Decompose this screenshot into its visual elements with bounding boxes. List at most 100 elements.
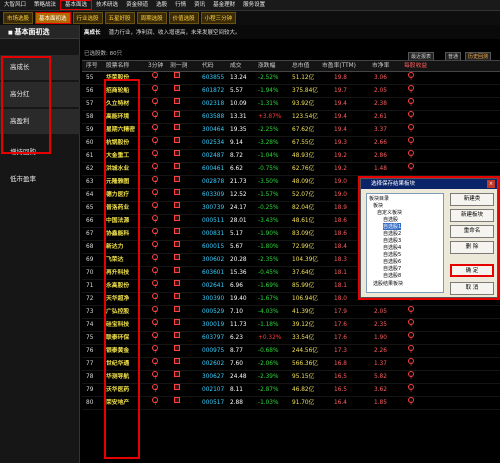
table-row[interactable]: 61 大金重工 +002487 8.72 -1.04% 48.93亿 19.2 2.86 i [82, 150, 500, 163]
stock-market-cap: 83.09亿 [292, 231, 315, 237]
stock-code: 603309 [202, 192, 225, 198]
table-row[interactable]: 55 华荣股份 +603855 13.24 -2.52% 51.12亿 19.8 3.06 i [82, 72, 500, 85]
table-row[interactable]: 76 银泰黄金 +000975 8.77 -0.68% 244.56亿 17.3 2.26 i [82, 345, 500, 358]
stock-price: 8.77 [230, 348, 243, 354]
menu-item-7[interactable]: 资讯 [190, 0, 209, 10]
col-change[interactable]: 涨跌幅 [258, 61, 275, 72]
stock-change: -1.18% [258, 322, 279, 328]
toolbar-tab-0[interactable]: 市场选股 [3, 12, 34, 24]
toolbar-tab-5[interactable]: 价值选股 [168, 12, 199, 24]
col-price[interactable]: 成交 [230, 61, 242, 72]
dialog-highlight-box [358, 176, 500, 300]
table-row[interactable]: 74 硅宝科技 +300019 11.73 -1.18% 39.12亿 17.6 2.35 i [82, 319, 500, 332]
menu-item-9[interactable]: 服务设置 [239, 0, 269, 10]
stock-price: 21.73 [230, 179, 247, 185]
stock-pe: 19.0 [334, 192, 347, 198]
stock-pe: 19.4 [334, 127, 347, 133]
table-row[interactable]: 73 广弘控股 +000529 7.10 -4.03% 41.39亿 17.9 2.05 i [82, 306, 500, 319]
stock-change: -1.94% [258, 88, 279, 94]
row-index: 58 [86, 114, 94, 120]
stock-market-cap: 104.39亿 [292, 257, 319, 263]
col-test[interactable]: 测一测 [170, 61, 187, 72]
table-row[interactable]: 56 招商轮船 +601872 5.57 -1.94% 375.84亿 19.7 2.05 i [82, 85, 500, 98]
stock-market-cap: 46.82亿 [292, 387, 315, 393]
col-market-cap[interactable]: 总市值 [292, 61, 309, 72]
toolbar-tab-2[interactable]: 行业选股 [72, 12, 103, 24]
menu-item-4[interactable]: 资金频道 [122, 0, 152, 10]
stock-pe: 16.5 [334, 387, 347, 393]
menu-item-8[interactable]: 基金理财 [209, 0, 239, 10]
menu-item-0[interactable]: 大智风口 [0, 0, 30, 10]
stock-change: +0.32% [258, 335, 282, 341]
stock-price: 28.01 [230, 218, 247, 224]
table-row[interactable]: 75 联泰环保 +603797 6.23 +0.32% 33.54亿 17.6 1.90 i [82, 332, 500, 345]
stock-change: -2.87% [258, 387, 279, 393]
table-row[interactable]: 57 久立特材 +002318 10.09 -1.31% 93.92亿 19.4 2.38 i [82, 98, 500, 111]
stock-pb: 2.35 [374, 322, 387, 328]
col-eps[interactable]: 每股收益 [404, 61, 427, 72]
stock-code: 300464 [202, 127, 225, 133]
table-row[interactable]: 80 荣安地产 +000517 2.88 -1.03% 91.70亿 16.4 1.85 i [82, 397, 500, 410]
stock-market-cap: 41.39亿 [292, 309, 315, 315]
col-code[interactable]: 代码 [202, 61, 214, 72]
stock-price: 13.24 [230, 75, 247, 81]
table-row[interactable]: 62 洪城水业 +600461 6.62 -0.75% 62.76亿 19.2 1.48 i [82, 163, 500, 176]
stock-pe: 18.4 [334, 244, 347, 250]
toolbar-tab-1[interactable]: 基本面初选 [35, 12, 71, 24]
stock-code: 002487 [202, 153, 225, 159]
row-index: 74 [86, 322, 94, 328]
stock-change: -0.45% [258, 270, 279, 276]
stock-change: -1.04% [258, 153, 279, 159]
toolbar-tab-3[interactable]: 五星好股 [104, 12, 135, 24]
col-name[interactable]: 股票名称 [106, 61, 129, 72]
stock-market-cap: 39.12亿 [292, 322, 315, 328]
stock-change: -0.25% [258, 205, 279, 211]
stock-pe: 19.0 [334, 179, 347, 185]
row-index: 76 [86, 348, 94, 354]
menu-item-5[interactable]: 选股 [152, 0, 171, 10]
stock-change: -1.57% [258, 192, 279, 198]
stock-pe: 18.6 [334, 231, 347, 237]
table-row[interactable]: 58 高能环境 +603588 13.31 +3.87% 123.54亿 19.4 2.61 i [82, 111, 500, 124]
stock-code: 000529 [202, 309, 225, 315]
stock-pb: 1.37 [374, 361, 387, 367]
row-index: 61 [86, 153, 94, 159]
table-row[interactable]: 79 沃华医药 +002107 8.11 -2.87% 46.82亿 16.5 3.62 i [82, 384, 500, 397]
table-row[interactable]: 77 世纪华通 +002602 7.60 -2.06% 566.36亿 16.8 1.37 i [82, 358, 500, 371]
menu-item-6[interactable]: 行情 [171, 0, 190, 10]
stock-price: 13.31 [230, 114, 247, 120]
stock-pb: 2.05 [374, 309, 387, 315]
table-header: 序号 股票名称 3分钟 测一测 代码 成交 涨跌幅 总市值 市盈率(TTM) 市… [82, 60, 500, 72]
stock-pb: 1.85 [374, 400, 387, 406]
stock-price: 7.60 [230, 361, 243, 367]
table-row[interactable]: 59 星期六精密 +300464 19.35 -2.25% 67.62亿 19.4 3.37 i [82, 124, 500, 137]
col-3min[interactable]: 3分钟 [148, 61, 163, 72]
stock-price: 19.35 [230, 127, 247, 133]
row-index: 78 [86, 374, 94, 380]
col-no[interactable]: 序号 [86, 61, 98, 72]
row-index: 59 [86, 127, 94, 133]
menu-item-1[interactable]: 策略战法 [30, 0, 60, 10]
stock-code: 002318 [202, 101, 225, 107]
col-pe-ttm[interactable]: 市盈率(TTM) [322, 61, 356, 72]
table-row[interactable]: 78 华测导航 +300627 24.48 -2.39% 95.15亿 16.5 5.82 i [82, 371, 500, 384]
sidebar-item-low-pe[interactable]: 低市盈率 [0, 167, 80, 192]
stock-code: 000975 [202, 348, 225, 354]
row-index: 69 [86, 257, 94, 263]
toolbar-tab-4[interactable]: 周期选股 [136, 12, 167, 24]
stock-price: 9.14 [230, 140, 243, 146]
stock-change: -1.69% [258, 283, 279, 289]
menu-item-3[interactable]: 技术研选 [92, 0, 122, 10]
toolbar-tab-6[interactable]: 小程三分钟 [200, 12, 237, 24]
stock-price: 5.57 [230, 88, 243, 94]
stock-price: 10.09 [230, 101, 247, 107]
stock-price: 7.10 [230, 309, 243, 315]
stock-market-cap: 72.99亿 [292, 244, 315, 250]
stock-market-cap: 51.12亿 [292, 75, 315, 81]
table-row[interactable]: 60 杭锅股份 +002534 9.14 -3.28% 67.55亿 19.3 2.66 i [82, 137, 500, 150]
menu-item-2[interactable]: 基本面选 [60, 0, 93, 10]
col-pb[interactable]: 市净率 [372, 61, 389, 72]
stock-change: -2.52% [258, 75, 279, 81]
stock-code: 002602 [202, 361, 225, 367]
row-index: 71 [86, 283, 94, 289]
